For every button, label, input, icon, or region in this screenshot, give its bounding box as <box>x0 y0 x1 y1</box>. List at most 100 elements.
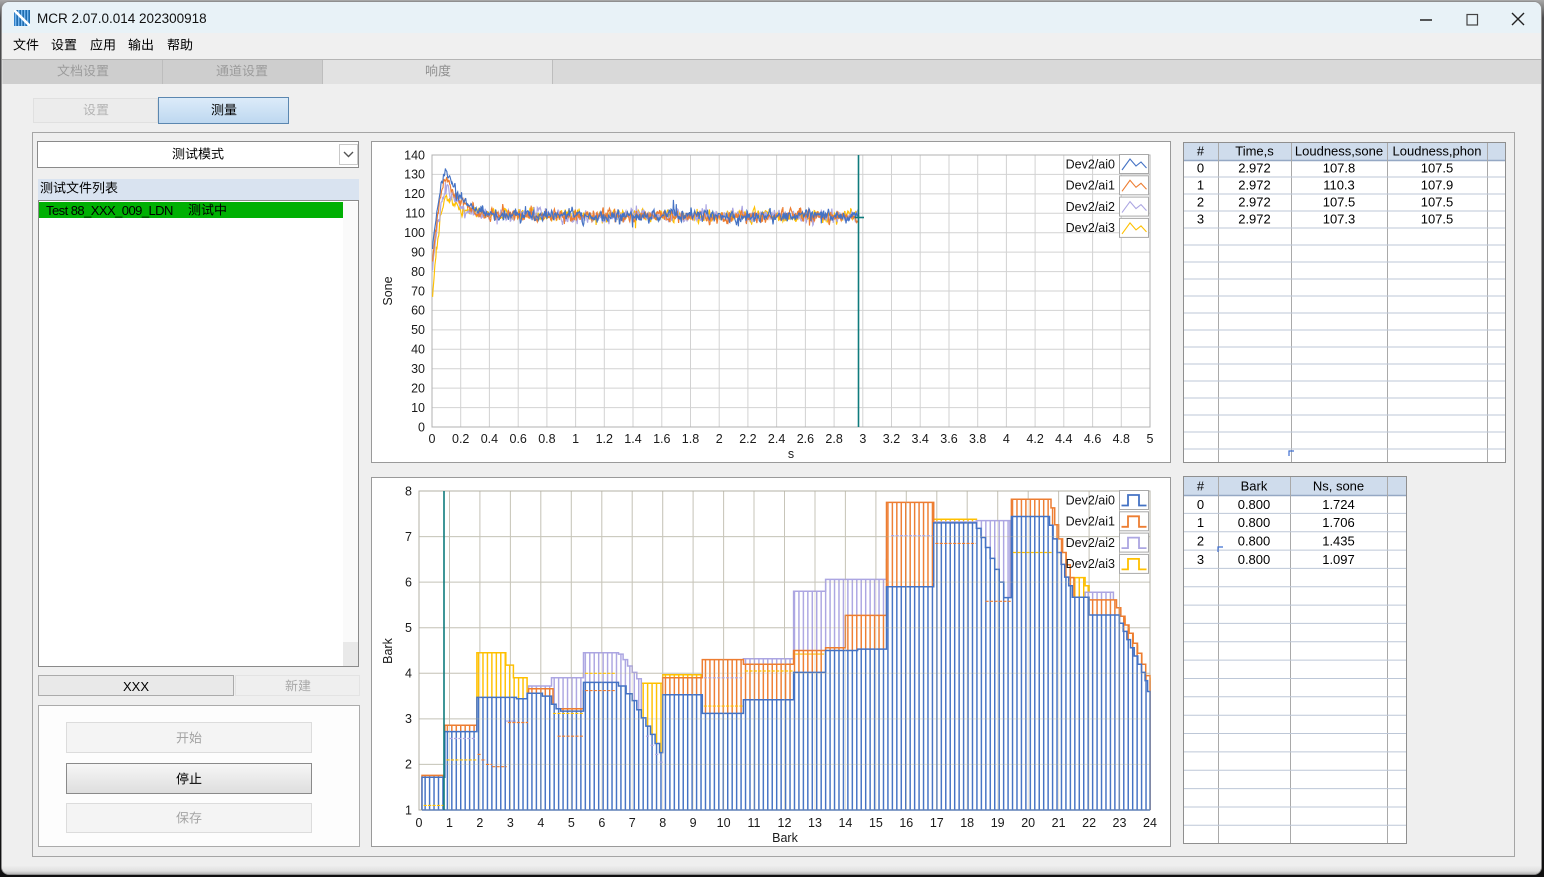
svg-text:100: 100 <box>404 226 425 240</box>
svg-text:1.8: 1.8 <box>682 432 699 446</box>
svg-text:1: 1 <box>1197 178 1204 193</box>
svg-text:107.5: 107.5 <box>1421 195 1454 210</box>
svg-text:4: 4 <box>405 667 412 681</box>
svg-text:0.800: 0.800 <box>1238 497 1271 512</box>
svg-text:Dev2/ai2: Dev2/ai2 <box>1066 200 1115 214</box>
svg-text:Loudness,phon: Loudness,phon <box>1393 144 1482 159</box>
svg-text:3.8: 3.8 <box>969 432 986 446</box>
svg-text:#: # <box>1197 144 1205 159</box>
svg-text:22: 22 <box>1082 816 1096 830</box>
svg-text:3: 3 <box>507 816 514 830</box>
svg-text:3.6: 3.6 <box>940 432 957 446</box>
svg-text:7: 7 <box>405 530 412 544</box>
svg-text:0: 0 <box>1197 161 1204 176</box>
svg-text:2.972: 2.972 <box>1238 178 1271 193</box>
svg-text:0.800: 0.800 <box>1238 552 1271 567</box>
svg-text:0.800: 0.800 <box>1238 515 1271 530</box>
svg-text:Dev2/ai1: Dev2/ai1 <box>1066 515 1115 529</box>
svg-text:Loudness,sone: Loudness,sone <box>1295 144 1383 159</box>
svg-text:1: 1 <box>405 803 412 817</box>
svg-text:Bark: Bark <box>381 637 395 663</box>
svg-text:8: 8 <box>659 816 666 830</box>
svg-text:s: s <box>788 447 794 461</box>
svg-text:6: 6 <box>405 575 412 589</box>
svg-text:13: 13 <box>808 816 822 830</box>
svg-text:2: 2 <box>405 758 412 772</box>
svg-text:2.6: 2.6 <box>797 432 814 446</box>
svg-text:20: 20 <box>1021 816 1035 830</box>
svg-text:4.8: 4.8 <box>1113 432 1130 446</box>
svg-text:107.9: 107.9 <box>1421 178 1454 193</box>
svg-text:110.3: 110.3 <box>1323 178 1355 193</box>
svg-text:10: 10 <box>411 401 425 415</box>
svg-text:19: 19 <box>991 816 1005 830</box>
svg-text:0.8: 0.8 <box>538 432 555 446</box>
svg-text:2.972: 2.972 <box>1238 212 1271 227</box>
svg-text:1.435: 1.435 <box>1322 534 1355 549</box>
svg-text:120: 120 <box>404 187 425 201</box>
svg-text:2: 2 <box>716 432 723 446</box>
svg-text:80: 80 <box>411 265 425 279</box>
svg-text:3.4: 3.4 <box>912 432 929 446</box>
svg-text:107.5: 107.5 <box>1421 212 1454 227</box>
svg-text:3.2: 3.2 <box>883 432 900 446</box>
svg-text:4.6: 4.6 <box>1084 432 1101 446</box>
svg-text:15: 15 <box>869 816 883 830</box>
svg-text:1: 1 <box>572 432 579 446</box>
svg-text:0.6: 0.6 <box>510 432 527 446</box>
svg-text:9: 9 <box>690 816 697 830</box>
svg-text:2: 2 <box>1197 195 1204 210</box>
svg-text:1.4: 1.4 <box>624 432 641 446</box>
svg-text:40: 40 <box>411 343 425 357</box>
svg-text:17: 17 <box>930 816 944 830</box>
svg-text:60: 60 <box>411 304 425 318</box>
svg-text:5: 5 <box>405 621 412 635</box>
svg-text:2.4: 2.4 <box>768 432 785 446</box>
svg-text:4: 4 <box>1003 432 1010 446</box>
svg-text:107.3: 107.3 <box>1323 212 1356 227</box>
svg-text:2: 2 <box>476 816 483 830</box>
svg-text:#: # <box>1197 479 1205 494</box>
svg-text:2.972: 2.972 <box>1238 195 1271 210</box>
svg-text:2: 2 <box>1197 534 1204 549</box>
svg-text:0.800: 0.800 <box>1238 534 1271 549</box>
svg-text:18: 18 <box>960 816 974 830</box>
svg-text:130: 130 <box>404 168 425 182</box>
svg-text:3: 3 <box>405 712 412 726</box>
svg-text:3: 3 <box>1197 212 1204 227</box>
svg-text:Time,s: Time,s <box>1235 144 1274 159</box>
svg-text:2.2: 2.2 <box>739 432 756 446</box>
svg-text:1.6: 1.6 <box>653 432 670 446</box>
svg-text:107.8: 107.8 <box>1323 161 1356 176</box>
svg-text:1.097: 1.097 <box>1322 552 1355 567</box>
svg-text:0: 0 <box>418 420 425 434</box>
svg-text:Dev2/ai0: Dev2/ai0 <box>1066 157 1115 171</box>
svg-text:4.2: 4.2 <box>1026 432 1043 446</box>
svg-text:5: 5 <box>1147 432 1154 446</box>
svg-text:0: 0 <box>429 432 436 446</box>
svg-text:6: 6 <box>598 816 605 830</box>
svg-text:20: 20 <box>411 381 425 395</box>
svg-text:1.724: 1.724 <box>1322 497 1355 512</box>
svg-text:11: 11 <box>748 816 761 830</box>
svg-text:23: 23 <box>1113 816 1127 830</box>
svg-text:0.4: 0.4 <box>481 432 498 446</box>
svg-text:3: 3 <box>1197 552 1204 567</box>
svg-text:90: 90 <box>411 245 425 259</box>
svg-text:2.972: 2.972 <box>1238 161 1271 176</box>
svg-text:1.706: 1.706 <box>1322 515 1355 530</box>
svg-text:Dev2/ai1: Dev2/ai1 <box>1066 179 1115 193</box>
svg-text:0: 0 <box>416 816 423 830</box>
svg-text:0.2: 0.2 <box>452 432 469 446</box>
svg-text:24: 24 <box>1143 816 1157 830</box>
svg-text:140: 140 <box>404 148 425 162</box>
svg-text:70: 70 <box>411 284 425 298</box>
svg-text:3: 3 <box>859 432 866 446</box>
svg-text:Dev2/ai3: Dev2/ai3 <box>1066 557 1115 571</box>
svg-text:110: 110 <box>405 207 425 221</box>
svg-text:0: 0 <box>1197 497 1204 512</box>
svg-text:1: 1 <box>1197 515 1204 530</box>
svg-text:Bark: Bark <box>772 831 798 845</box>
svg-text:Ns, sone: Ns, sone <box>1313 479 1364 494</box>
svg-text:7: 7 <box>629 816 636 830</box>
